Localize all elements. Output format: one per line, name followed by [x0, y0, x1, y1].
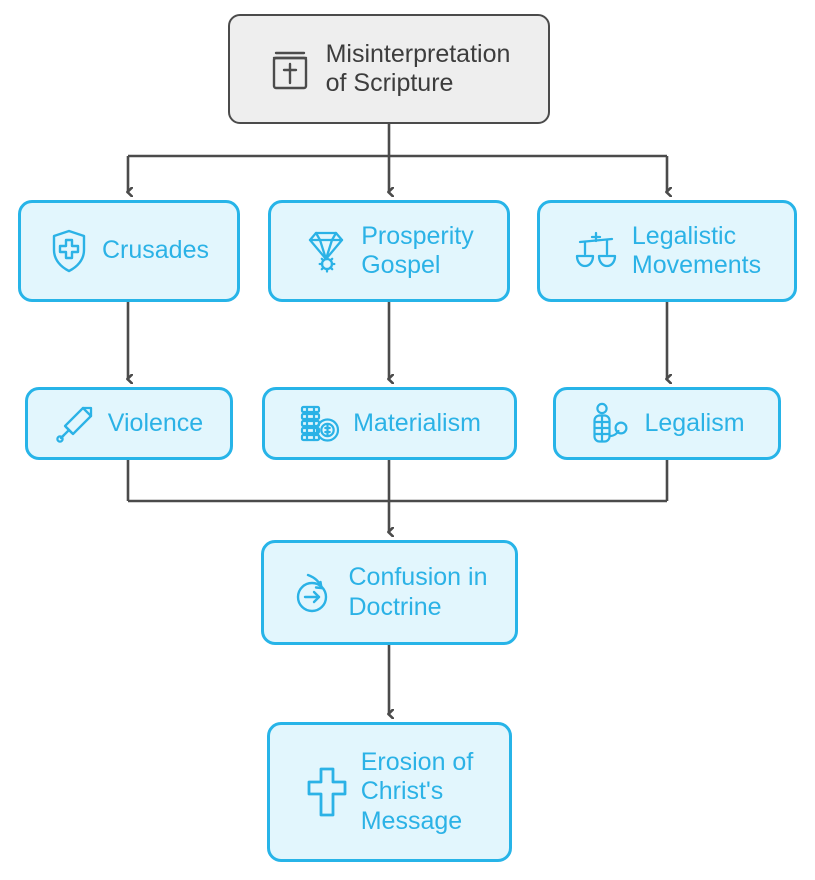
circle-arrow-icon: [292, 570, 336, 616]
node-misinterpretation-of-scripture[interactable]: Misinterpretation of Scripture: [228, 14, 550, 124]
node-label: Legalism: [644, 408, 745, 437]
node-label: Erosion of Christ's Message: [360, 747, 474, 835]
node-label: Violence: [107, 408, 204, 437]
shackled-person-icon: [589, 402, 631, 446]
node-label: Materialism: [353, 408, 481, 437]
scales-balance-icon: [573, 229, 619, 273]
node-erosion-of-christs-message[interactable]: Erosion of Christ's Message: [267, 722, 512, 862]
bible-book-icon: [268, 45, 312, 93]
node-label: Misinterpretation of Scripture: [325, 39, 511, 98]
cross-icon: [306, 766, 348, 818]
gem-gear-icon: [304, 227, 348, 275]
node-label: Crusades: [102, 236, 209, 265]
sword-icon: [55, 404, 95, 444]
node-label: Legalistic Movements: [631, 221, 762, 280]
node-confusion-in-doctrine[interactable]: Confusion in Doctrine: [261, 540, 518, 645]
node-label: Confusion in Doctrine: [348, 563, 488, 621]
node-legalistic-movements[interactable]: Legalistic Movements: [537, 200, 797, 302]
node-materialism[interactable]: Materialism: [262, 387, 517, 460]
flowchart-canvas: Misinterpretation of Scripture Crusades …: [0, 0, 815, 880]
node-prosperity-gospel[interactable]: Prosperity Gospel: [268, 200, 510, 302]
node-legalism[interactable]: Legalism: [553, 387, 781, 460]
node-label: Prosperity Gospel: [361, 221, 474, 280]
node-violence[interactable]: Violence: [25, 387, 233, 460]
node-crusades[interactable]: Crusades: [18, 200, 240, 302]
shield-cross-icon: [49, 228, 89, 274]
coins-stack-icon: [298, 403, 340, 445]
